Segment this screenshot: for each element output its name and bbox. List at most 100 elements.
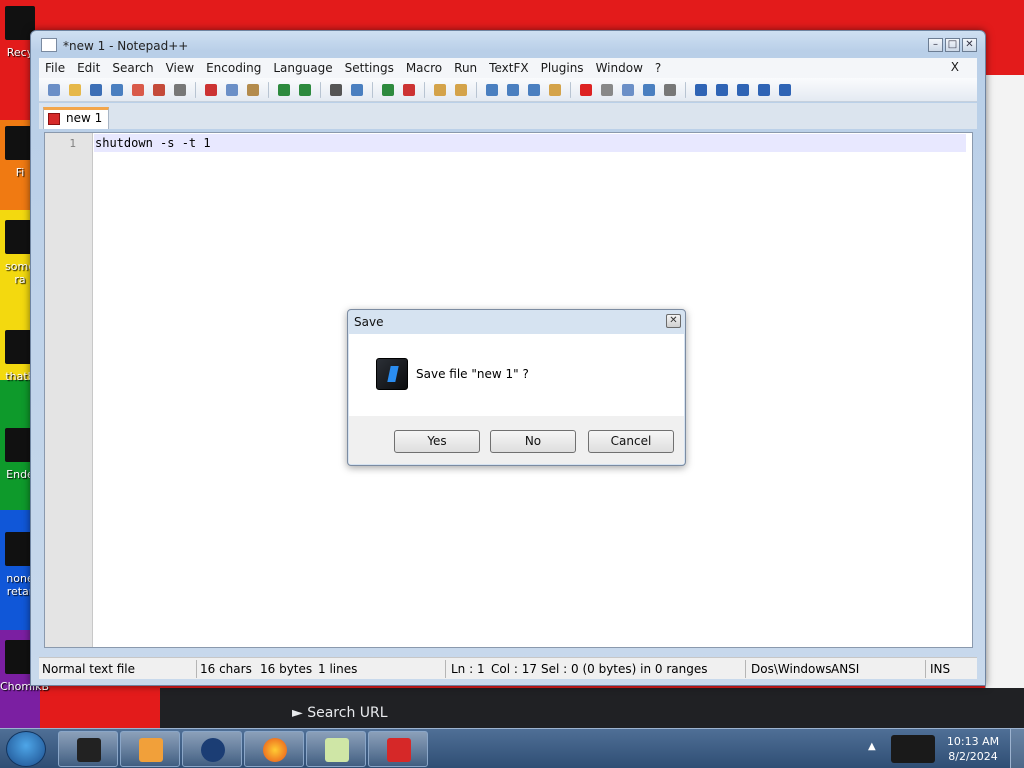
sync-v-icon-glyph [434,83,446,96]
taskbar-notepadpp[interactable] [306,731,366,767]
wrap-icon[interactable] [483,82,501,98]
indent-guide-icon[interactable] [525,82,543,98]
open-icon[interactable] [66,82,84,98]
all-chars-icon[interactable] [504,82,522,98]
menu-plugins[interactable]: Plugins [541,61,584,75]
status-col: Col : 17 [491,662,537,676]
menu-macro[interactable]: Macro [406,61,442,75]
toolbar [39,78,977,102]
status-divider [445,660,446,678]
minimize-button[interactable]: – [928,38,943,52]
cut-icon[interactable] [202,82,220,98]
status-selection: Sel : 0 (0 bytes) in 0 ranges [541,662,708,676]
dialog-close-button[interactable]: ✕ [666,314,681,328]
status-divider [745,660,746,678]
paste-icon[interactable] [244,82,262,98]
menu-language[interactable]: Language [273,61,332,75]
sync-v-icon[interactable] [431,82,449,98]
play-macro-icon[interactable] [619,82,637,98]
tab-bar: new 1 [39,103,977,129]
wrap-icon-glyph [486,83,498,96]
redo-icon-glyph [299,83,311,96]
zoom-in-icon[interactable] [379,82,397,98]
undo-icon-glyph [278,83,290,96]
taskbar-firefox[interactable] [244,731,304,767]
menu-file[interactable]: File [45,61,65,75]
status-bar: Normal text file 16 chars 16 bytes 1 lin… [39,657,977,679]
close-button[interactable]: ✕ [962,38,977,52]
menu-search[interactable]: Search [112,61,153,75]
taskbar-app-3[interactable] [182,731,242,767]
menu-run[interactable]: Run [454,61,477,75]
save-all-icon[interactable] [108,82,126,98]
new-file-icon-glyph [48,83,60,96]
close-icon[interactable] [129,82,147,98]
tab-new-1[interactable]: new 1 [43,107,109,129]
find-icon[interactable] [327,82,345,98]
stop-macro-icon-glyph [601,83,613,96]
down-icon[interactable] [734,82,752,98]
clock[interactable]: 10:13 AM 8/2/2024 [940,734,1006,764]
title-bar[interactable]: *new 1 - Notepad++ – □ ✕ [31,31,985,59]
taskbar-toolbox[interactable] [368,731,428,767]
menu-encoding[interactable]: Encoding [206,61,261,75]
run-macro-multiple-icon[interactable] [640,82,658,98]
expand-icon[interactable] [755,82,773,98]
status-file-type: Normal text file [42,662,136,676]
print-icon[interactable] [171,82,189,98]
taskbar-media-player[interactable] [120,731,180,767]
collapse-icon[interactable] [692,82,710,98]
start-button[interactable] [6,731,46,767]
up-icon[interactable] [713,82,731,98]
toolbar-separator [570,81,571,98]
no-button[interactable]: No [490,430,576,453]
show-desktop-button[interactable] [1010,729,1024,768]
media-player-icon [139,738,163,762]
maximize-button[interactable]: □ [945,38,960,52]
save-macro-icon[interactable] [661,82,679,98]
undo-icon[interactable] [275,82,293,98]
close-all-icon-glyph [153,83,165,96]
replace-icon[interactable] [348,82,366,98]
zoom-out-icon-glyph [403,83,415,96]
code-line[interactable]: shutdown -s -t 1 [95,136,211,150]
close-document-button[interactable]: X [951,60,959,74]
taskbar: ▲ 10:13 AM 8/2/2024 [0,728,1024,768]
notepadpp-icon [325,738,349,762]
copy-icon[interactable] [223,82,241,98]
dialog-title: Save [354,315,384,329]
close-all-icon[interactable] [150,82,168,98]
menu-edit[interactable]: Edit [77,61,100,75]
cancel-button[interactable]: Cancel [588,430,674,453]
menu-view[interactable]: View [166,61,194,75]
save-icon[interactable] [87,82,105,98]
redo-icon[interactable] [296,82,314,98]
toolbox-icon [387,738,411,762]
record-macro-icon[interactable] [577,82,595,98]
status-line: Ln : 1 [451,662,485,676]
search-url-link[interactable]: ► Search URL [292,705,388,721]
line-number: 1 [69,137,76,150]
stop-macro-icon[interactable] [598,82,616,98]
window-controls: – □ ✕ [928,38,977,52]
menu-window[interactable]: Window [596,61,643,75]
all-chars-icon-glyph [507,83,519,96]
yes-button[interactable]: Yes [394,430,480,453]
menu-settings[interactable]: Settings [345,61,394,75]
menu-textfx[interactable]: TextFX [489,61,528,75]
run-macro-multiple-icon-glyph [643,83,655,96]
show-hidden-icons[interactable]: ▲ [868,741,876,752]
tray-app-icon[interactable] [891,735,935,763]
open-icon-glyph [69,83,81,96]
menu-help[interactable]: ? [655,61,661,75]
taskbar-app-1[interactable] [58,731,118,767]
tab-label: new 1 [66,111,103,125]
zoom-out-icon[interactable] [400,82,418,98]
new-file-icon[interactable] [45,82,63,98]
fold-icon[interactable] [546,82,564,98]
status-lines: 1 lines [318,662,358,676]
globe-icon [201,738,225,762]
sync-h-icon[interactable] [452,82,470,98]
indent-guide-icon-glyph [528,83,540,96]
spellcheck-icon[interactable] [776,82,794,98]
